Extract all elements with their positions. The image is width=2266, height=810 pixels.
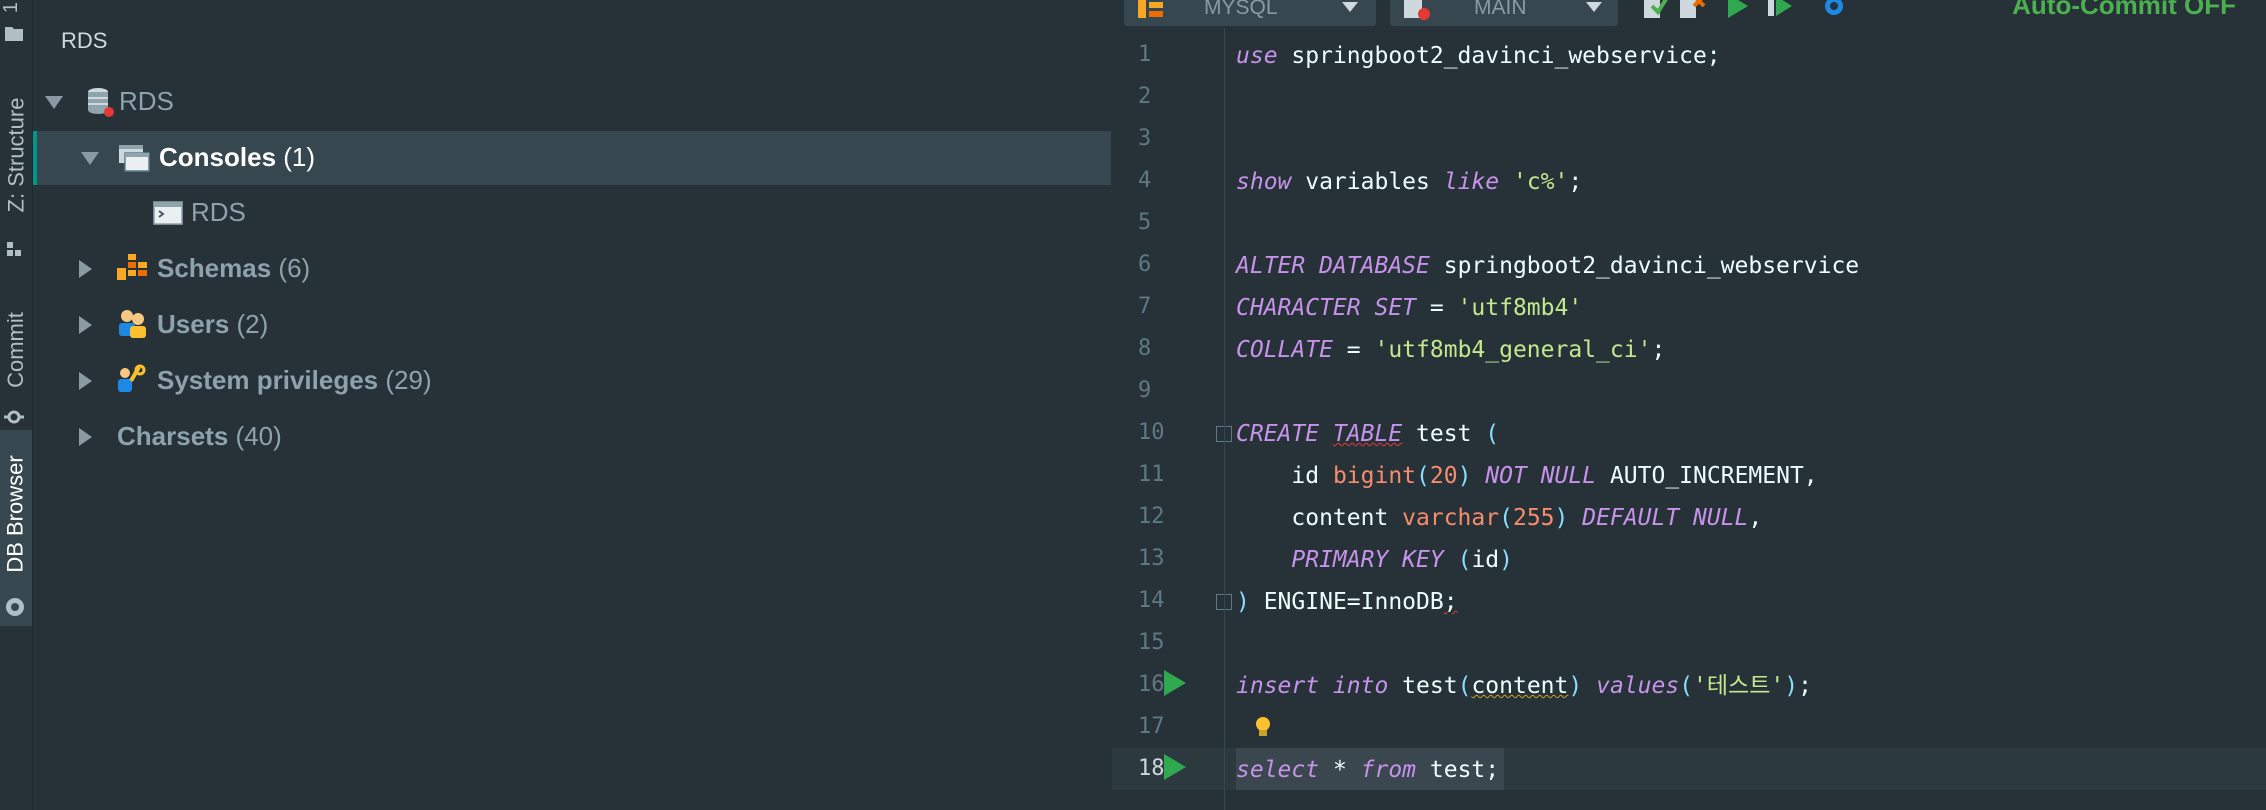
autocommit-toggle[interactable]: Auto-Commit OFF [2012, 0, 2236, 21]
structure-tab-label: Z: Structure [3, 97, 29, 213]
code-line-12[interactable]: content varchar(255) DEFAULT NULL, [1236, 497, 1762, 539]
gutter-separator [1224, 28, 1225, 810]
line-number: 17 [1138, 714, 1165, 739]
code-line-7[interactable]: CHARACTER SET = 'utf8mb4' [1236, 287, 1582, 329]
line-number: 12 [1138, 504, 1165, 529]
expand-arrow-icon[interactable] [45, 96, 63, 109]
project-index-label: 1 [0, 1, 23, 14]
line-number: 13 [1138, 546, 1165, 571]
tree-node-system-privileges[interactable]: System privileges (29) [33, 354, 1111, 408]
schema-label: MAIN [1474, 0, 1527, 19]
tree-node-users[interactable]: Users (2) [33, 298, 1111, 352]
structure-icon [7, 242, 21, 256]
code-line-14[interactable]: ) ENGINE=InnoDB; [1236, 581, 1458, 623]
execute-statement-icon[interactable] [1724, 0, 1752, 20]
consoles-icon [119, 145, 150, 172]
tree-node-schemas[interactable]: Schemas (6) [33, 242, 1111, 296]
tree-node-label: RDS [191, 197, 246, 227]
commit-tab-label: Commit [3, 312, 28, 388]
line-number: 5 [1138, 210, 1152, 235]
code-line-10[interactable]: CREATE TABLE test ( [1236, 413, 1499, 455]
schema-icon [1404, 0, 1430, 20]
users-icon [119, 310, 146, 338]
line-number: 9 [1138, 378, 1152, 403]
collapse-arrow-icon[interactable] [79, 372, 92, 390]
tree-node-rds-console[interactable]: RDS [33, 186, 1111, 240]
line-number: 15 [1138, 630, 1165, 655]
folder-icon [5, 27, 23, 41]
line-number: 4 [1138, 168, 1152, 193]
database-icon [88, 88, 114, 117]
settings-gear-icon[interactable] [1820, 0, 1848, 20]
structure-tool-tab[interactable]: Z: Structure [0, 60, 32, 256]
code-line-13[interactable]: PRIMARY KEY (id) [1236, 539, 1513, 581]
code-line-11[interactable]: id bigint(20) NOT NULL AUTO_INCREMENT, [1236, 455, 1817, 497]
run-line-16-icon[interactable] [1164, 670, 1186, 696]
tree-node-label: RDS [119, 86, 174, 116]
collapse-arrow-icon[interactable] [79, 316, 92, 334]
commit-transaction-icon[interactable] [1642, 0, 1670, 20]
panel-title: RDS [61, 28, 108, 53]
privileges-icon [118, 364, 146, 392]
line-number: 1 [1138, 42, 1152, 67]
console-toolbar: MYSQL MAIN Auto-Commit OFF [1112, 0, 2266, 26]
dialect-icon [1138, 0, 1163, 18]
sql-console-editor[interactable]: MYSQL MAIN Auto-Commit OFF 1 2 3 4 5 6 7… [1112, 0, 2266, 810]
collapse-arrow-icon[interactable] [79, 260, 92, 278]
chevron-down-icon [1586, 2, 1602, 12]
editor-gutter: 1 2 3 4 5 6 7 8 9 10 11 12 13 14 15 16 1… [1112, 28, 1232, 810]
dialect-label: MYSQL [1204, 0, 1278, 19]
dialect-combo[interactable]: MYSQL [1124, 0, 1376, 26]
line-number: 7 [1138, 294, 1152, 319]
commit-icon [4, 410, 24, 424]
db-browser-tab-label: DB Browser [3, 455, 29, 573]
db-browser-tool-tab[interactable]: DB Browser [0, 430, 32, 626]
tree-node-label: Charsets (40) [117, 421, 282, 451]
collapse-arrow-icon[interactable] [79, 428, 92, 446]
line-number: 3 [1138, 126, 1152, 151]
line-number: 2 [1138, 84, 1152, 109]
execute-all-icon[interactable] [1766, 0, 1794, 20]
expand-arrow-icon[interactable] [81, 152, 99, 165]
line-number: 14 [1138, 588, 1165, 613]
code-line-6[interactable]: ALTER DATABASE springboot2_davinci_webse… [1236, 245, 1859, 287]
tree-node-consoles[interactable]: Consoles (1) [33, 131, 1111, 185]
line-number: 6 [1138, 252, 1152, 277]
line-number: 10 [1138, 420, 1165, 445]
project-tool-tab[interactable]: 1 [0, 0, 32, 50]
line-number: 8 [1138, 336, 1152, 361]
commit-tool-tab[interactable]: Commit [0, 285, 32, 424]
tree-node-label: System privileges (29) [157, 365, 432, 395]
tree-node-charsets[interactable]: Charsets (40) [33, 410, 1111, 464]
tree-node-label: Schemas (6) [157, 253, 311, 283]
code-line-16[interactable]: insert into test(content) values('테스트'); [1236, 665, 1812, 707]
tree-node-rds-connection[interactable]: RDS [33, 75, 1111, 129]
schema-combo[interactable]: MAIN [1390, 0, 1618, 26]
tree-node-label: Users (2) [157, 309, 269, 339]
rollback-transaction-icon[interactable] [1678, 0, 1706, 20]
chevron-down-icon [1342, 2, 1358, 12]
console-icon [153, 201, 183, 225]
line-number: 11 [1138, 462, 1165, 487]
db-browser-panel: RDS RDS Consoles (1) RDS Schemas (6) Use… [33, 0, 1111, 810]
tool-window-strip: 1 Z: Structure Commit DB Browser [0, 0, 33, 810]
code-line-18[interactable]: select * from test; [1236, 749, 1499, 791]
lightbulb-icon[interactable] [1253, 716, 1273, 738]
code-line-4[interactable]: show variables like 'c%'; [1236, 161, 1582, 203]
schemas-icon [117, 254, 147, 280]
run-line-18-icon[interactable] [1164, 754, 1186, 780]
code-line-1[interactable]: use springboot2_davinci_webservice; [1236, 35, 1721, 77]
tree-node-label: Consoles (1) [159, 142, 316, 172]
db-browser-icon [6, 598, 24, 616]
code-line-8[interactable]: COLLATE = 'utf8mb4_general_ci'; [1236, 329, 1665, 371]
